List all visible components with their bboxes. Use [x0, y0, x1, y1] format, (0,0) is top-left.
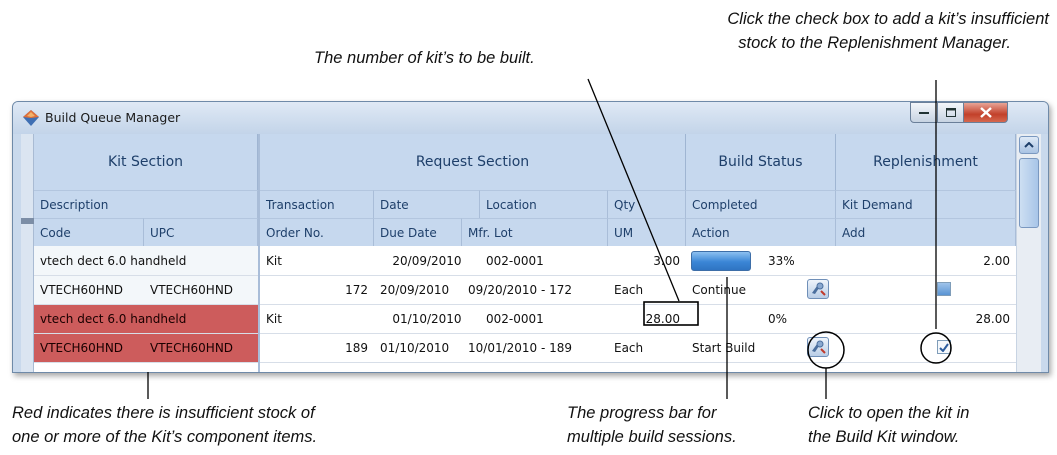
- col-description[interactable]: Description: [34, 190, 258, 218]
- checkmark-icon: [939, 342, 949, 352]
- col-completed[interactable]: Completed: [686, 190, 836, 218]
- vertical-scrollbar[interactable]: [1016, 134, 1041, 372]
- section-build-status: Build Status: [686, 134, 836, 190]
- kit1-location[interactable]: 002-0001: [480, 246, 608, 275]
- col-transaction[interactable]: Transaction: [260, 190, 374, 218]
- col-upc[interactable]: UPC: [144, 218, 258, 246]
- kit1-transaction[interactable]: Kit: [260, 246, 374, 275]
- close-icon: [979, 107, 992, 118]
- kit1-due-date[interactable]: 20/09/2010: [374, 275, 462, 304]
- kit1-upc[interactable]: VTECH60HND: [144, 275, 258, 304]
- build-queue-manager-window: Build Queue Manager Kit Section Request …: [12, 101, 1049, 373]
- kit2-add-checkbox[interactable]: [937, 340, 951, 354]
- open-kit-annotation-line1: Click to open the kit in: [808, 404, 970, 422]
- kit2-location[interactable]: 002-0001: [480, 304, 608, 333]
- minimize-icon: [919, 111, 929, 114]
- kit1-completed: 33%: [768, 253, 795, 268]
- progress-annotation-line2: multiple build sessions.: [567, 428, 737, 446]
- build-kit-icon: [812, 340, 826, 354]
- row-divider: [34, 333, 1016, 334]
- col-location[interactable]: Location: [480, 190, 608, 218]
- section-request: Request Section: [260, 134, 686, 190]
- kit2-upc[interactable]: VTECH60HND: [144, 333, 258, 362]
- diamond-app-icon: [23, 110, 39, 126]
- kit1-qty[interactable]: 3.00: [608, 246, 686, 275]
- scroll-up-button[interactable]: [1019, 136, 1039, 154]
- kit1-progress-bar: [691, 251, 751, 271]
- row-divider: [34, 275, 1016, 276]
- kit2-description[interactable]: vtech dect 6.0 handheld: [34, 304, 258, 333]
- progress-annotation-line1: The progress bar for: [567, 404, 717, 422]
- section-kit: Kit Section: [34, 134, 258, 190]
- row-selector-marker: [21, 218, 34, 224]
- col-due-date[interactable]: Due Date: [374, 218, 462, 246]
- col-code[interactable]: Code: [34, 218, 144, 246]
- kit2-mfr-lot[interactable]: 10/01/2010 - 189: [462, 333, 608, 362]
- kit2-transaction[interactable]: Kit: [260, 304, 374, 333]
- col-qty[interactable]: Qty: [608, 190, 686, 218]
- qty-annotation: The number of kit’s to be built.: [314, 49, 535, 67]
- col-kit-demand[interactable]: Kit Demand: [836, 190, 1016, 218]
- col-action[interactable]: Action: [686, 218, 836, 246]
- maximize-icon: [945, 108, 956, 117]
- section-divider: [258, 134, 260, 372]
- row-divider: [34, 362, 1016, 363]
- build-kit-icon: [812, 282, 826, 296]
- col-date[interactable]: Date: [374, 190, 480, 218]
- kit2-open-build-kit-button[interactable]: [807, 337, 829, 357]
- close-button[interactable]: [963, 102, 1008, 123]
- red-annotation-line2: one or more of the Kit’s component items…: [12, 428, 318, 446]
- open-kit-annotation-line2: the Build Kit window.: [808, 428, 960, 446]
- kit2-qty[interactable]: 28.00: [608, 304, 686, 333]
- col-mfr-lot[interactable]: Mfr. Lot: [462, 218, 608, 246]
- kit2-date[interactable]: 01/10/2010: [374, 304, 480, 333]
- kit1-open-build-kit-button[interactable]: [807, 279, 829, 299]
- chevron-up-icon: [1024, 142, 1034, 148]
- kit2-completed: 0%: [768, 311, 788, 326]
- kit2-due-date[interactable]: 01/10/2010: [374, 333, 462, 362]
- build-queue-grid: Kit Section Request Section Build Status…: [21, 134, 1016, 372]
- col-um[interactable]: UM: [608, 218, 686, 246]
- kit2-um[interactable]: Each: [608, 333, 686, 362]
- kit1-code[interactable]: VTECH60HND: [34, 275, 144, 304]
- kit1-mfr-lot[interactable]: 09/20/2010 - 172: [462, 275, 608, 304]
- kit1-order-no[interactable]: 172: [260, 275, 374, 304]
- col-add[interactable]: Add: [836, 218, 1016, 246]
- kit1-date[interactable]: 20/09/2010: [374, 246, 480, 275]
- kit2-order-no[interactable]: 189: [260, 333, 374, 362]
- checkbox-annotation-line1: Click the check box to add a kit’s insuf…: [727, 10, 1049, 28]
- row-divider: [34, 304, 1016, 305]
- scroll-thumb[interactable]: [1019, 158, 1039, 228]
- kit2-kit-demand[interactable]: 28.00: [836, 304, 1016, 333]
- checkbox-annotation-line2: stock to the Replenishment Manager.: [738, 34, 1011, 52]
- section-replenishment: Replenishment: [836, 134, 1016, 190]
- kit1-action[interactable]: Continue: [686, 275, 796, 304]
- maximize-button[interactable]: [937, 102, 964, 123]
- minimize-button[interactable]: [910, 102, 938, 123]
- window-title: Build Queue Manager: [45, 110, 181, 125]
- kit1-add-checkbox[interactable]: [937, 282, 951, 296]
- kit1-description[interactable]: vtech dect 6.0 handheld: [34, 246, 258, 275]
- kit1-kit-demand[interactable]: 2.00: [836, 246, 1016, 275]
- row-header-column: [21, 134, 34, 372]
- kit2-code[interactable]: VTECH60HND: [34, 333, 144, 362]
- title-bar[interactable]: Build Queue Manager: [13, 102, 1048, 134]
- kit2-action[interactable]: Start Build: [686, 333, 796, 362]
- col-order-no[interactable]: Order No.: [260, 218, 374, 246]
- kit1-um[interactable]: Each: [608, 275, 686, 304]
- red-annotation-line1: Red indicates there is insufficient stoc…: [12, 404, 315, 422]
